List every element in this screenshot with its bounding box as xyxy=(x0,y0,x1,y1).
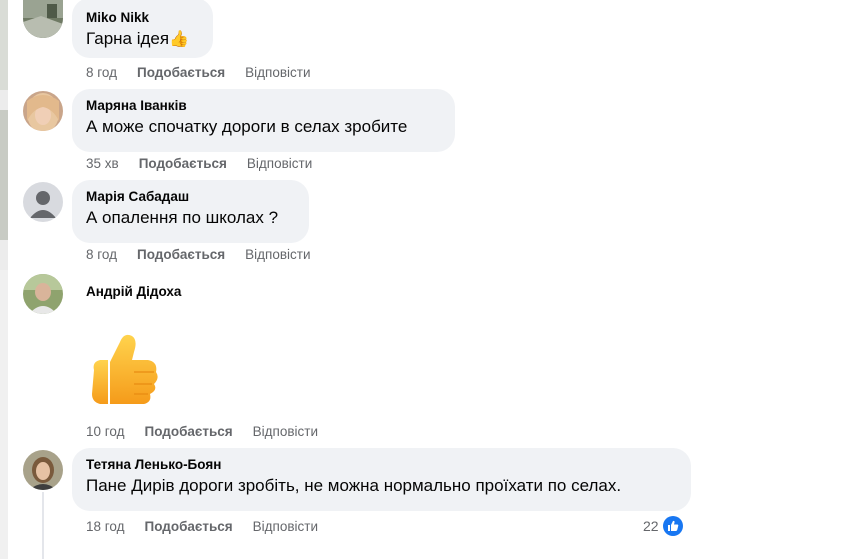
comment-text: Пане Дирів дороги зробіть, не можна норм… xyxy=(86,476,622,495)
avatar[interactable] xyxy=(23,274,63,314)
reply-button[interactable]: Відповісти xyxy=(253,519,318,535)
comment-time[interactable]: 35 хв xyxy=(86,156,119,172)
reaction-summary[interactable]: 22 xyxy=(643,516,683,536)
comment-actions: 35 хв Подобається Відповісти xyxy=(86,156,312,172)
comment-text: А опалення по школах ? xyxy=(86,208,279,227)
comment-time[interactable]: 8 год xyxy=(86,247,117,263)
like-button[interactable]: Подобається xyxy=(144,519,232,535)
reaction-count: 22 xyxy=(643,518,659,534)
like-button[interactable]: Подобається xyxy=(137,65,225,81)
thread-line xyxy=(42,492,44,559)
comment-author[interactable]: Маряна Іванків xyxy=(86,97,443,114)
comment-author[interactable]: Тетяна Ленько-Боян xyxy=(86,456,679,473)
comment-actions: 8 год Подобається Відповісти xyxy=(86,247,311,263)
comment-actions: 10 год Подобається Відповісти xyxy=(86,424,318,440)
comment-time[interactable]: 10 год xyxy=(86,424,124,440)
reply-button[interactable]: Відповісти xyxy=(253,424,318,440)
like-button[interactable]: Подобається xyxy=(139,156,227,172)
like-button[interactable]: Подобається xyxy=(137,247,225,263)
comment-author[interactable]: Miko Nikk xyxy=(86,9,201,26)
comment-bubble: Miko Nikk Гарна ідея👍 xyxy=(72,0,213,58)
comment-bubble: Тетяна Ленько-Боян Пане Дирів дороги зро… xyxy=(72,448,691,511)
thumbs-up-sticker-icon xyxy=(86,332,162,410)
reply-button[interactable]: Відповісти xyxy=(247,156,312,172)
avatar[interactable] xyxy=(23,91,63,131)
thumbs-up-icon: 👍 xyxy=(169,31,190,48)
comment-text: Гарна ідея xyxy=(86,29,170,48)
reply-button[interactable]: Відповісти xyxy=(245,65,310,81)
comment-author[interactable]: Андрій Дідоха xyxy=(86,284,181,299)
avatar[interactable] xyxy=(23,450,63,490)
reply-button[interactable]: Відповісти xyxy=(245,247,310,263)
like-button[interactable]: Подобається xyxy=(144,424,232,440)
comment-actions: 8 год Подобається Відповісти xyxy=(86,65,311,81)
comment-actions: 18 год Подобається Відповісти xyxy=(86,519,318,535)
comment-text: А може спочатку дороги в селах зробите xyxy=(86,117,408,136)
comment-time[interactable]: 8 год xyxy=(86,65,117,81)
background-page-strip xyxy=(0,0,8,559)
comment-author[interactable]: Марія Сабадаш xyxy=(86,188,297,205)
default-avatar-icon[interactable] xyxy=(23,182,63,222)
comment-bubble: Маряна Іванків А може спочатку дороги в … xyxy=(72,89,455,152)
comment-time[interactable]: 18 год xyxy=(86,519,124,535)
comment-bubble: Марія Сабадаш А опалення по школах ? xyxy=(72,180,309,243)
like-icon xyxy=(662,516,683,536)
avatar[interactable] xyxy=(23,0,63,38)
